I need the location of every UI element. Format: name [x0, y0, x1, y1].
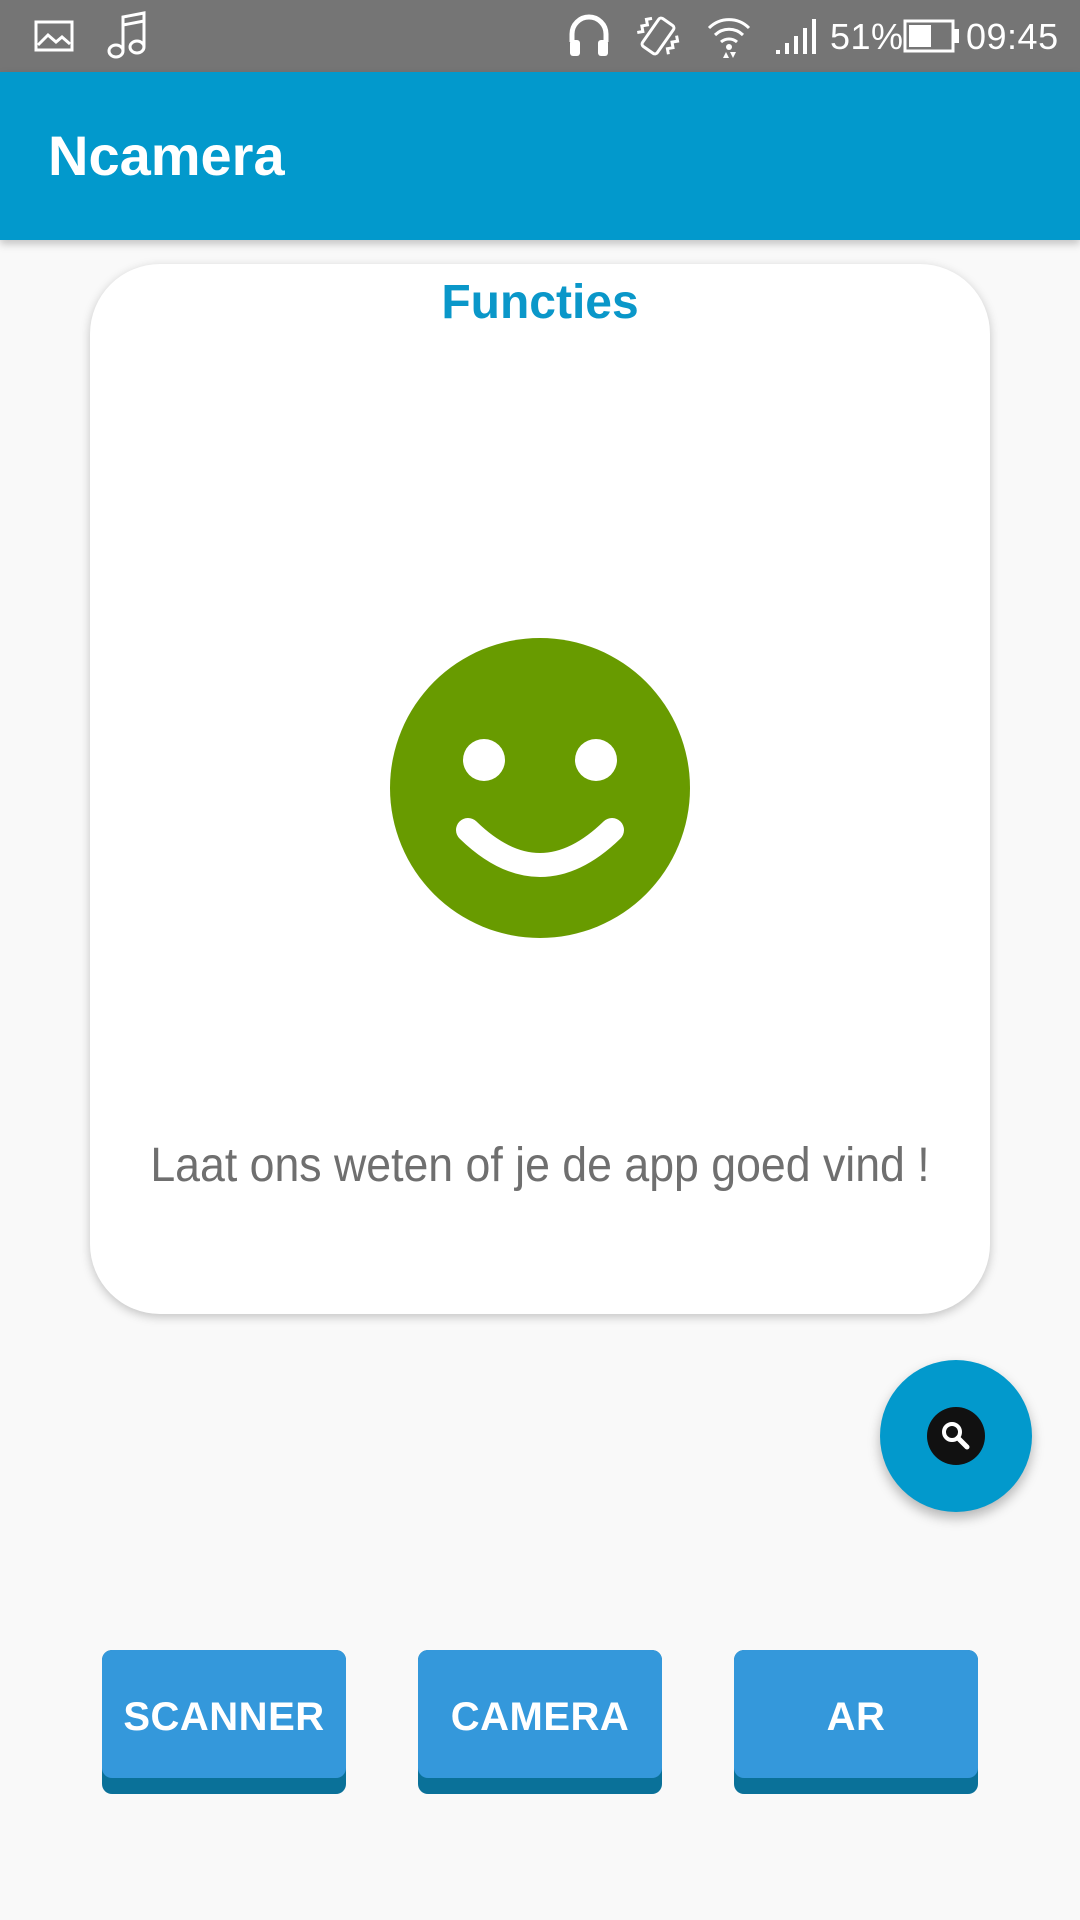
ar-button-label: AR: [734, 1650, 978, 1778]
scanner-button[interactable]: SCANNER: [102, 1650, 346, 1794]
battery-percent: 51%: [830, 16, 904, 57]
battery-icon: [902, 0, 962, 72]
camera-button[interactable]: CAMERA: [418, 1650, 662, 1794]
signal-icon: [772, 0, 822, 72]
status-bar: 51% 09:45: [0, 0, 1080, 72]
music-note-icon: [104, 0, 148, 72]
search-icon: [927, 1407, 985, 1465]
ar-button[interactable]: AR: [734, 1650, 978, 1794]
app-title: Ncamera: [48, 124, 285, 187]
clock: 09:45: [966, 16, 1059, 57]
smiley-icon[interactable]: [390, 638, 690, 938]
screen: 51% 09:45 Ncamera Functies Laat ons wete…: [0, 0, 1080, 1920]
camera-button-label: CAMERA: [418, 1650, 662, 1778]
image-icon: [32, 0, 76, 72]
scanner-button-label: SCANNER: [102, 1650, 346, 1778]
vibrate-icon: [632, 0, 684, 72]
headset-icon: [566, 0, 612, 72]
app-bar: Ncamera: [0, 72, 1080, 240]
search-fab[interactable]: [880, 1360, 1032, 1512]
card-message: Laat ons weten of je de app goed vind !: [150, 1139, 930, 1192]
wifi-icon: [704, 0, 754, 72]
card-title: Functies: [441, 276, 639, 329]
